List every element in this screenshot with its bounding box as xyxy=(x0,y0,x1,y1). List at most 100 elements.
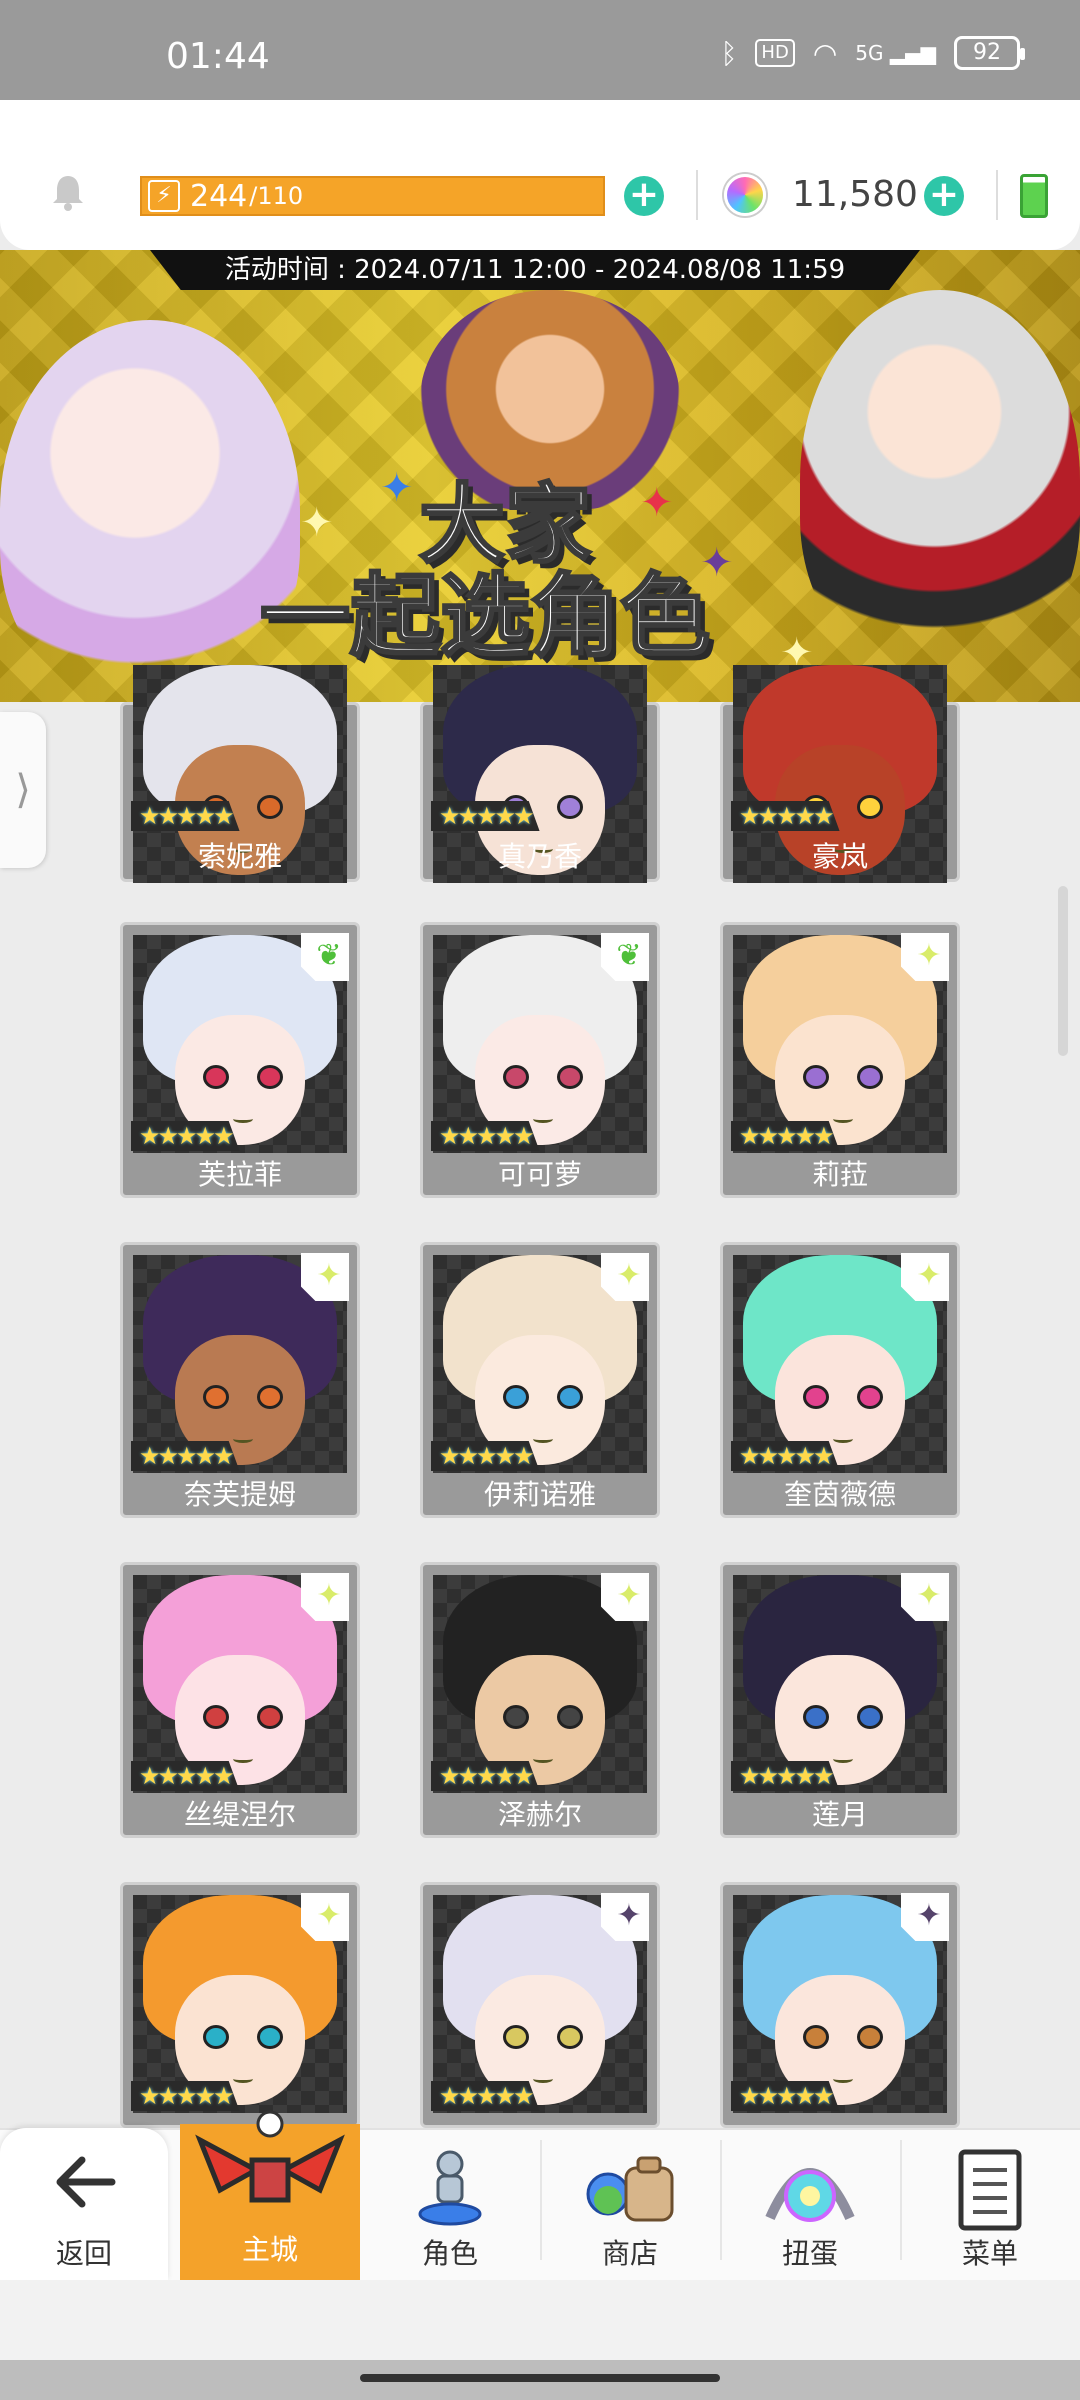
energy-max: /110 xyxy=(249,182,304,210)
portrait-eye xyxy=(557,1385,583,1409)
divider xyxy=(696,170,698,220)
portrait-eye xyxy=(857,1705,883,1729)
star-rating: ★★★★★ xyxy=(731,2081,840,2111)
gesture-bar[interactable] xyxy=(360,2374,720,2382)
leaf-badge-icon: ❦ xyxy=(601,933,649,981)
character-card[interactable]: ✦ ★★★★★ 伊莉诺雅 xyxy=(420,1242,660,1518)
stamina-battery-icon xyxy=(1020,174,1048,218)
back-button[interactable]: 返回 xyxy=(0,2128,168,2280)
nav-label-menu: 菜单 xyxy=(961,2237,1018,2270)
banner-title-line2: 一起选角色 xyxy=(259,564,712,670)
add-gems-button[interactable]: + xyxy=(924,176,964,216)
portrait-mouth xyxy=(233,2075,253,2083)
banner-character-left xyxy=(0,320,300,700)
portrait-eye xyxy=(257,1705,283,1729)
star-rating: ★★★★★ xyxy=(431,1121,540,1151)
nav-label-main-city: 主城 xyxy=(241,2233,298,2266)
wifi-icon: ◠ xyxy=(812,36,838,70)
energy-current: 244 xyxy=(190,178,248,214)
character-card[interactable]: ✦ ★★★★★ 莉菈 xyxy=(720,922,960,1198)
portrait-eye xyxy=(857,795,883,819)
portrait-eye xyxy=(557,2025,583,2049)
character-name: 真乃香 xyxy=(497,840,582,873)
status-bar: 01:44 ᛒ HD ◠ 5G ▂▄▆ 92 xyxy=(0,0,1080,100)
character-card[interactable]: ✦ ★★★★★ 莲月 xyxy=(720,1562,960,1838)
event-banner[interactable]: 活动时间 : 2024.07/11 12:00 - 2024.08/08 11:… xyxy=(0,250,1080,702)
nav-label-character: 角色 xyxy=(421,2237,478,2270)
portrait-mouth xyxy=(833,1755,853,1763)
character-figure-icon xyxy=(410,2148,490,2232)
portrait-eye xyxy=(557,1065,583,1089)
resource-bar xyxy=(0,100,1080,250)
star-rating: ★★★★★ xyxy=(131,1441,240,1471)
character-name: 豪岚 xyxy=(811,840,868,873)
notification-bell-icon[interactable] xyxy=(48,172,88,212)
character-card[interactable]: ✦ ★★★★★ 奎茵薇德 xyxy=(720,1242,960,1518)
nav-divider xyxy=(900,2140,902,2260)
status-icons: ᛒ HD ◠ 5G ▂▄▆ 92 xyxy=(720,36,1025,70)
leaf-badge-icon: ❦ xyxy=(301,933,349,981)
portrait-mouth xyxy=(533,2075,553,2083)
nav-item-menu[interactable]: 菜单 xyxy=(900,2128,1080,2280)
character-name: 奈芙提姆 xyxy=(183,1478,296,1511)
nav-item-shop[interactable]: 商店 xyxy=(540,2128,720,2280)
portrait-eye xyxy=(857,2025,883,2049)
star-rating: ★★★★★ xyxy=(431,1441,540,1471)
gacha-orb-icon xyxy=(760,2148,860,2236)
character-card[interactable]: ✦ ★★★★★ xyxy=(120,1882,360,2128)
portrait-mouth xyxy=(233,1755,253,1763)
scrollbar[interactable] xyxy=(1058,886,1068,1056)
character-card[interactable]: ❦ ★★★★★ 可可萝 xyxy=(420,922,660,1198)
status-time: 01:44 xyxy=(166,36,270,77)
character-card[interactable]: ★★★★★ 索妮雅 xyxy=(120,665,360,883)
nav-label-shop: 商店 xyxy=(601,2237,658,2270)
character-name: 伊莉诺雅 xyxy=(483,1478,596,1511)
character-name: 可可萝 xyxy=(497,1158,582,1191)
character-name: 奎茵薇德 xyxy=(783,1478,896,1511)
character-card[interactable]: ✦ ★★★★★ xyxy=(420,1882,660,2128)
star-rating: ★★★★★ xyxy=(431,801,540,831)
portrait-mouth xyxy=(233,1115,253,1123)
character-card[interactable]: ✦ ★★★★★ 泽赫尔 xyxy=(420,1562,660,1838)
nav-item-main-city[interactable]: 主城 xyxy=(180,2110,360,2280)
nav-item-gacha[interactable]: 扭蛋 xyxy=(720,2128,900,2280)
event-time-label: 活动时间 : 2024.07/11 12:00 - 2024.08/08 11:… xyxy=(150,250,920,290)
nav-divider xyxy=(720,2140,722,2260)
side-drawer-handle[interactable]: ⟩ xyxy=(0,712,46,868)
castle-wings-icon xyxy=(190,2110,350,2214)
portrait-mouth xyxy=(533,1755,553,1763)
character-name: 莉菈 xyxy=(811,1158,868,1191)
divider xyxy=(996,170,998,220)
bluetooth-icon: ᛒ xyxy=(720,36,738,70)
portrait-eye xyxy=(503,1705,529,1729)
portrait-eye xyxy=(803,2025,829,2049)
portrait-mouth xyxy=(833,2075,853,2083)
star-rating: ★★★★★ xyxy=(131,2081,240,2111)
character-card[interactable]: ✦ ★★★★★ 丝缇涅尔 xyxy=(120,1562,360,1838)
character-card[interactable]: ❦ ★★★★★ 芙拉菲 xyxy=(120,922,360,1198)
banner-title: 大家 一起选角色 xyxy=(259,475,712,665)
portrait-eye xyxy=(503,1065,529,1089)
banner-title-line1: 大家 xyxy=(418,475,593,575)
character-card[interactable]: ✦ ★★★★★ xyxy=(720,1882,960,2128)
portrait-eye xyxy=(857,1385,883,1409)
add-energy-button[interactable]: + xyxy=(624,176,664,216)
portrait-eye xyxy=(803,1065,829,1089)
star-rating: ★★★★★ xyxy=(731,1121,840,1151)
character-card[interactable]: ★★★★★ 真乃香 xyxy=(420,665,660,883)
gem-icon xyxy=(724,174,766,216)
portrait-mouth xyxy=(533,1115,553,1123)
bottom-spacer xyxy=(0,2280,1080,2360)
portrait-eye xyxy=(257,1065,283,1089)
lightning-icon: ⚡ xyxy=(148,180,180,212)
star-rating: ★★★★★ xyxy=(731,1761,840,1791)
shop-bag-icon xyxy=(580,2148,680,2232)
hd-icon: HD xyxy=(755,39,795,67)
nav-label-gacha: 扭蛋 xyxy=(781,2237,838,2270)
star-rating: ★★★★★ xyxy=(731,801,840,831)
character-card[interactable]: ★★★★★ 豪岚 xyxy=(720,665,960,883)
nav-item-character[interactable]: 角色 xyxy=(360,2128,540,2280)
character-name: 莲月 xyxy=(811,1798,868,1831)
portrait-eye xyxy=(803,1385,829,1409)
character-card[interactable]: ✦ ★★★★★ 奈芙提姆 xyxy=(120,1242,360,1518)
